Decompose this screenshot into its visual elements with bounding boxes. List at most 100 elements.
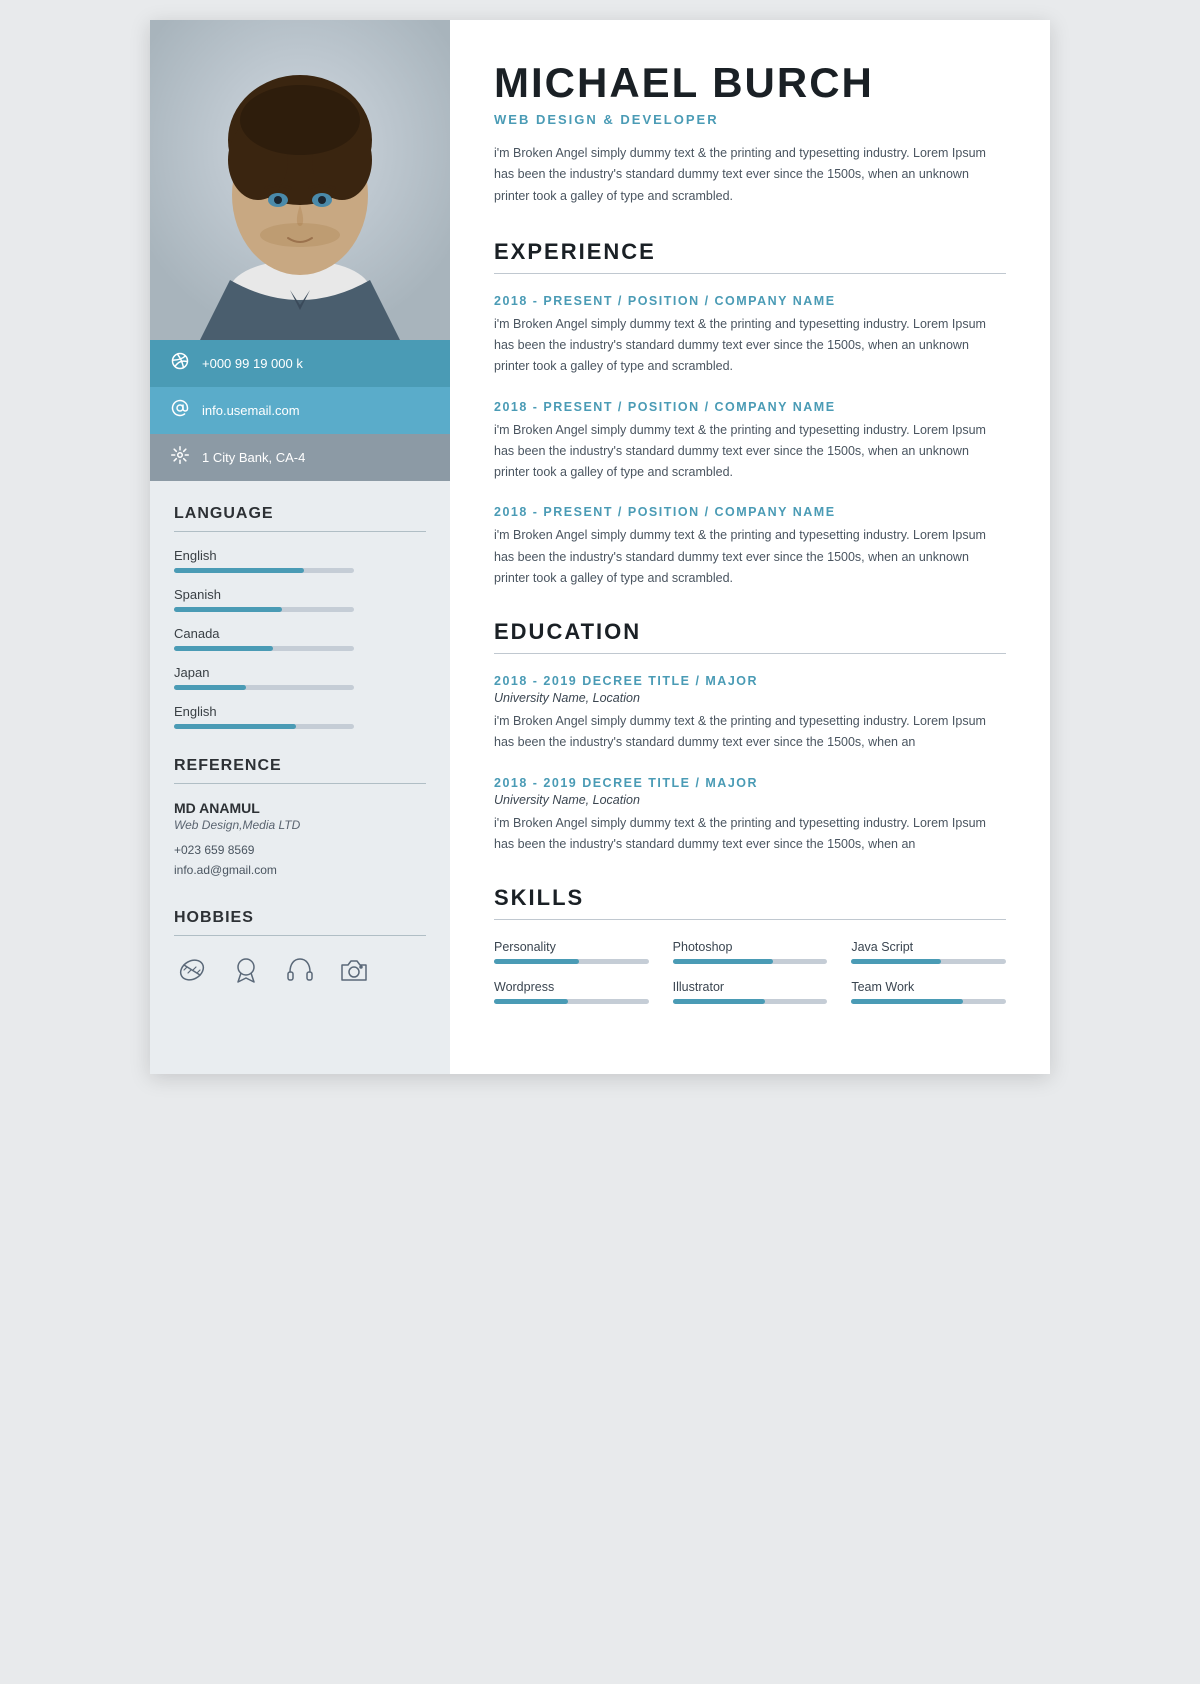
exp-item-1: 2018 - PRESENT / POSITION / COMPANY NAME… bbox=[494, 294, 1006, 378]
skill-track-1 bbox=[494, 959, 649, 964]
exp-period-1: 2018 - PRESENT / POSITION / COMPANY NAME bbox=[494, 294, 1006, 308]
education-divider bbox=[494, 653, 1006, 654]
lang-bar-fill-4 bbox=[174, 685, 246, 690]
skill-illustrator: Illustrator bbox=[673, 980, 828, 1004]
headphone-icon bbox=[282, 952, 318, 988]
skill-name-6: Team Work bbox=[851, 980, 1006, 994]
award-icon bbox=[228, 952, 264, 988]
contact-location: 1 City Bank, CA-4 bbox=[150, 434, 450, 481]
language-section: LANGUAGE English Spanish Canada bbox=[174, 505, 426, 729]
skills-grid: Personality Photoshop Java Script bbox=[494, 940, 1006, 1004]
email-value: info.usemail.com bbox=[202, 403, 300, 418]
phone-icon bbox=[170, 352, 190, 375]
language-title: LANGUAGE bbox=[174, 505, 426, 523]
skill-name-5: Illustrator bbox=[673, 980, 828, 994]
football-icon bbox=[174, 952, 210, 988]
edu-uni-2: University Name, Location bbox=[494, 793, 1006, 807]
skill-track-4 bbox=[494, 999, 649, 1004]
lang-bar-fill-2 bbox=[174, 607, 282, 612]
skills-section: SKILLS Personality Photoshop Java Script bbox=[494, 885, 1006, 1004]
skill-fill-5 bbox=[673, 999, 766, 1004]
exp-item-2: 2018 - PRESENT / POSITION / COMPANY NAME… bbox=[494, 400, 1006, 484]
lang-name-5: English bbox=[174, 704, 426, 719]
skill-name-4: Wordpress bbox=[494, 980, 649, 994]
skills-divider bbox=[494, 919, 1006, 920]
location-icon bbox=[170, 446, 190, 469]
lang-item-4: Japan bbox=[174, 665, 426, 690]
phone-value: +000 99 19 000 k bbox=[202, 356, 303, 371]
main-content: MICHAEL BURCH WEB DESIGN & DEVELOPER i'm… bbox=[450, 20, 1050, 1074]
reference-title: REFERENCE bbox=[174, 757, 426, 775]
skill-name-2: Photoshop bbox=[673, 940, 828, 954]
contact-email: info.usemail.com bbox=[150, 387, 450, 434]
skill-track-5 bbox=[673, 999, 828, 1004]
language-divider bbox=[174, 531, 426, 532]
edu-desc-2: i'm Broken Angel simply dummy text & the… bbox=[494, 813, 1006, 856]
edu-item-2: 2018 - 2019 DECREE TITLE / MAJOR Univers… bbox=[494, 776, 1006, 856]
edu-degree-2: 2018 - 2019 DECREE TITLE / MAJOR bbox=[494, 776, 1006, 790]
experience-section: EXPERIENCE 2018 - PRESENT / POSITION / C… bbox=[494, 239, 1006, 589]
lang-item-3: Canada bbox=[174, 626, 426, 651]
ref-role: Web Design,Media LTD bbox=[174, 818, 426, 832]
lang-item-5: English bbox=[174, 704, 426, 729]
person-intro: i'm Broken Angel simply dummy text & the… bbox=[494, 143, 1006, 207]
lang-bar-track-1 bbox=[174, 568, 354, 573]
ref-name: MD ANAMUL bbox=[174, 800, 426, 816]
exp-period-2: 2018 - PRESENT / POSITION / COMPANY NAME bbox=[494, 400, 1006, 414]
ref-contact-info: +023 659 8569 info.ad@gmail.com bbox=[174, 840, 426, 881]
skill-fill-1 bbox=[494, 959, 579, 964]
experience-divider bbox=[494, 273, 1006, 274]
exp-desc-3: i'm Broken Angel simply dummy text & the… bbox=[494, 525, 1006, 589]
exp-desc-1: i'm Broken Angel simply dummy text & the… bbox=[494, 314, 1006, 378]
exp-period-3: 2018 - PRESENT / POSITION / COMPANY NAME bbox=[494, 505, 1006, 519]
sidebar-content: LANGUAGE English Spanish Canada bbox=[150, 481, 450, 1040]
exp-desc-2: i'm Broken Angel simply dummy text & the… bbox=[494, 420, 1006, 484]
lang-bar-track-2 bbox=[174, 607, 354, 612]
skill-track-3 bbox=[851, 959, 1006, 964]
lang-bar-fill-1 bbox=[174, 568, 304, 573]
experience-heading: EXPERIENCE bbox=[494, 239, 1006, 265]
skill-teamwork: Team Work bbox=[851, 980, 1006, 1004]
ref-email: info.ad@gmail.com bbox=[174, 860, 426, 880]
edu-desc-1: i'm Broken Angel simply dummy text & the… bbox=[494, 711, 1006, 754]
skill-personality: Personality bbox=[494, 940, 649, 964]
lang-bar-track-5 bbox=[174, 724, 354, 729]
skill-photoshop: Photoshop bbox=[673, 940, 828, 964]
hobbies-divider bbox=[174, 935, 426, 936]
skill-fill-2 bbox=[673, 959, 774, 964]
education-section: EDUCATION 2018 - 2019 DECREE TITLE / MAJ… bbox=[494, 619, 1006, 855]
hobbies-section: HOBBIES bbox=[174, 909, 426, 988]
lang-item-1: English bbox=[174, 548, 426, 573]
email-icon bbox=[170, 399, 190, 422]
exp-item-3: 2018 - PRESENT / POSITION / COMPANY NAME… bbox=[494, 505, 1006, 589]
skill-wordpress: Wordpress bbox=[494, 980, 649, 1004]
skill-track-2 bbox=[673, 959, 828, 964]
edu-item-1: 2018 - 2019 DECREE TITLE / MAJOR Univers… bbox=[494, 674, 1006, 754]
person-name: MICHAEL BURCH bbox=[494, 60, 1006, 106]
skill-name-3: Java Script bbox=[851, 940, 1006, 954]
location-value: 1 City Bank, CA-4 bbox=[202, 450, 305, 465]
contact-section: +000 99 19 000 k info.usemail.com bbox=[150, 340, 450, 481]
skill-javascript: Java Script bbox=[851, 940, 1006, 964]
lang-item-2: Spanish bbox=[174, 587, 426, 612]
lang-name-3: Canada bbox=[174, 626, 426, 641]
skills-heading: SKILLS bbox=[494, 885, 1006, 911]
resume-container: +000 99 19 000 k info.usemail.com bbox=[150, 20, 1050, 1074]
reference-divider bbox=[174, 783, 426, 784]
person-title: WEB DESIGN & DEVELOPER bbox=[494, 112, 1006, 127]
education-heading: EDUCATION bbox=[494, 619, 1006, 645]
lang-bar-fill-5 bbox=[174, 724, 296, 729]
hobbies-title: HOBBIES bbox=[174, 909, 426, 927]
contact-phone: +000 99 19 000 k bbox=[150, 340, 450, 387]
lang-name-2: Spanish bbox=[174, 587, 426, 602]
edu-degree-1: 2018 - 2019 DECREE TITLE / MAJOR bbox=[494, 674, 1006, 688]
edu-uni-1: University Name, Location bbox=[494, 691, 1006, 705]
skill-track-6 bbox=[851, 999, 1006, 1004]
lang-bar-fill-3 bbox=[174, 646, 273, 651]
lang-name-1: English bbox=[174, 548, 426, 563]
profile-photo bbox=[150, 20, 450, 340]
skill-name-1: Personality bbox=[494, 940, 649, 954]
sidebar: +000 99 19 000 k info.usemail.com bbox=[150, 20, 450, 1074]
lang-bar-track-3 bbox=[174, 646, 354, 651]
skill-fill-6 bbox=[851, 999, 962, 1004]
